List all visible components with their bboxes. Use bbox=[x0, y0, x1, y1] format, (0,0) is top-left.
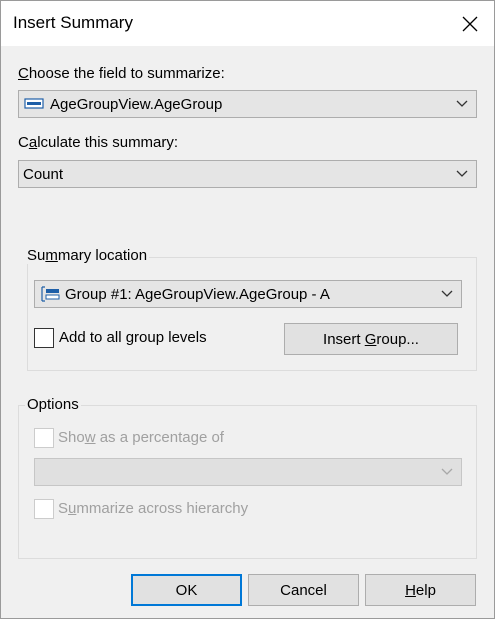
summary-location-title: Summary location bbox=[25, 247, 150, 264]
calc-label: Calculate this summary: bbox=[18, 134, 179, 151]
title-bar: Insert Summary bbox=[1, 1, 494, 46]
insert-group-label: Insert Group... bbox=[323, 330, 419, 348]
field-select-value: AgeGroupView.AgeGroup bbox=[50, 95, 223, 113]
insert-group-button[interactable]: Insert Group... bbox=[284, 323, 458, 355]
help-label: Help bbox=[405, 581, 436, 599]
field-select[interactable]: AgeGroupView.AgeGroup bbox=[18, 90, 477, 118]
insert-summary-dialog: Insert Summary Choose the field to summa… bbox=[0, 0, 495, 619]
dialog-title: Insert Summary bbox=[13, 13, 133, 32]
field-label: Choose the field to summarize: bbox=[18, 65, 225, 82]
chevron-down-icon bbox=[456, 170, 468, 177]
chevron-down-icon bbox=[441, 468, 453, 475]
group-location-value: Group #1: AgeGroupView.AgeGroup - A bbox=[65, 285, 330, 303]
close-button[interactable] bbox=[447, 1, 493, 46]
group-location-select[interactable]: Group #1: AgeGroupView.AgeGroup - A bbox=[34, 280, 462, 308]
chevron-down-icon bbox=[456, 100, 468, 107]
ok-button[interactable]: OK bbox=[131, 574, 242, 606]
database-field-icon bbox=[24, 98, 44, 109]
summarize-hierarchy-checkbox[interactable] bbox=[34, 499, 54, 519]
show-percentage-checkbox[interactable] bbox=[34, 428, 54, 448]
group-icon bbox=[41, 286, 60, 302]
summary-type-value: Count bbox=[23, 165, 64, 183]
add-to-all-levels-checkbox[interactable] bbox=[34, 328, 54, 348]
cancel-label: Cancel bbox=[280, 581, 327, 599]
chevron-down-icon bbox=[441, 290, 453, 297]
summary-type-select[interactable]: Count bbox=[18, 160, 477, 188]
options-title: Options bbox=[25, 396, 81, 413]
show-percentage-label: Show as a percentage of bbox=[58, 429, 224, 446]
summarize-hierarchy-label: Summarize across hierarchy bbox=[58, 500, 249, 517]
cancel-button[interactable]: Cancel bbox=[248, 574, 359, 606]
percentage-of-select[interactable] bbox=[34, 458, 462, 486]
close-icon bbox=[462, 16, 478, 31]
ok-label: OK bbox=[175, 581, 198, 599]
add-to-all-levels-label: Add to all group levels bbox=[59, 329, 207, 346]
help-button[interactable]: Help bbox=[365, 574, 476, 606]
